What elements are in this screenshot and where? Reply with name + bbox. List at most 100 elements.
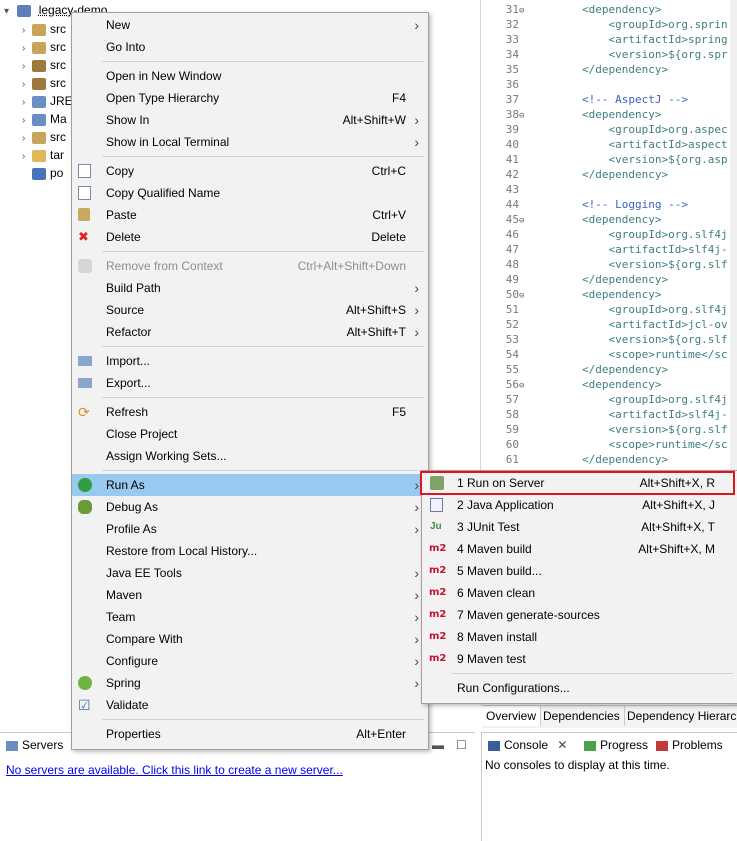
servers-icon xyxy=(6,740,18,751)
line-number: 33 xyxy=(505,33,519,46)
spring-icon xyxy=(78,676,92,690)
menu-item-spring[interactable]: Spring › xyxy=(72,672,428,694)
menu-item-restore-from-local-history[interactable]: Restore from Local History... xyxy=(72,540,428,562)
code-line: 36 xyxy=(481,77,529,92)
submenu-item-run-configurations[interactable]: Run Configurations... xyxy=(422,677,737,699)
close-icon[interactable]: ✕ xyxy=(557,738,567,752)
submenu-item-9-maven-test[interactable]: m2 9 Maven test xyxy=(422,648,737,670)
menu-item-open-type-hierarchy[interactable]: Open Type Hierarchy F4 xyxy=(72,87,428,109)
code-text: <version>${org.asp xyxy=(529,153,728,166)
menu-item-team[interactable]: Team › xyxy=(72,606,428,628)
menu-item-profile-as[interactable]: Profile As › xyxy=(72,518,428,540)
menu-item-shortcut: Ctrl+V xyxy=(372,208,406,222)
menu-item-close-project[interactable]: Close Project xyxy=(72,423,428,445)
tab-console[interactable]: Console ✕ xyxy=(488,735,567,755)
menu-item-run-as[interactable]: Run As › xyxy=(72,474,428,496)
menu-item-label: Remove from Context xyxy=(106,259,223,273)
menu-item-validate[interactable]: ☑ Validate xyxy=(72,694,428,716)
tree-item[interactable]: › src xyxy=(22,20,66,38)
menu-item-label: Configure xyxy=(106,654,159,668)
tree-item[interactable]: › tar xyxy=(22,146,64,164)
menu-item-build-path[interactable]: Build Path › xyxy=(72,277,428,299)
menu-item-export[interactable]: Export... xyxy=(72,372,428,394)
submenu-item-4-maven-build[interactable]: m2 4 Maven build Alt+Shift+X, M xyxy=(422,538,737,560)
tab-progress[interactable]: Progress xyxy=(584,735,648,755)
tab-dependency-hierarchy[interactable]: Dependency Hierarc xyxy=(623,706,737,726)
maximize-icon[interactable]: ☐ xyxy=(456,735,467,755)
menu-item-go-into[interactable]: Go Into xyxy=(72,36,428,58)
line-number: 56 xyxy=(505,378,519,391)
submenu-item-6-maven-clean[interactable]: m2 6 Maven clean xyxy=(422,582,737,604)
menu-item-paste[interactable]: Paste Ctrl+V xyxy=(72,204,428,226)
code-text: <!-- AspectJ --> xyxy=(529,93,688,106)
code-text: <groupId>org.slf4j xyxy=(529,393,728,406)
menu-item-show-in[interactable]: Show In Alt+Shift+W › xyxy=(72,109,428,131)
code-text: </dependency> xyxy=(529,168,669,181)
menu-item-debug-as[interactable]: Debug As › xyxy=(72,496,428,518)
menu-item-shortcut: Delete xyxy=(371,230,406,244)
tab-servers[interactable]: Servers xyxy=(6,735,63,755)
tree-item[interactable]: › src xyxy=(22,38,66,56)
remove-context-icon xyxy=(78,259,92,273)
code-text: <!-- Logging --> xyxy=(529,198,688,211)
tab-overview[interactable]: Overview xyxy=(482,706,542,726)
code-line: 43 xyxy=(481,182,529,197)
debug-icon xyxy=(78,500,92,514)
menu-item-java-ee-tools[interactable]: Java EE Tools › xyxy=(72,562,428,584)
code-text: <version>${org.slf xyxy=(529,423,728,436)
import-icon xyxy=(78,356,92,366)
menu-item-label: Properties xyxy=(106,727,161,741)
tree-item[interactable]: › src xyxy=(22,74,66,92)
tree-item-label: src xyxy=(50,22,66,36)
menu-item-compare-with[interactable]: Compare With › xyxy=(72,628,428,650)
code-line: 55 </dependency> xyxy=(481,362,668,377)
code-text: <artifactId>aspect xyxy=(529,138,728,151)
submenu-item-5-maven-build[interactable]: m2 5 Maven build... xyxy=(422,560,737,582)
minimize-icon[interactable]: ▬ xyxy=(432,735,444,755)
menu-separator xyxy=(102,61,424,62)
line-number: 60 xyxy=(505,438,519,451)
code-line: 49 </dependency> xyxy=(481,272,668,287)
tab-problems[interactable]: Problems xyxy=(656,735,723,755)
menu-item-open-in-new-window[interactable]: Open in New Window xyxy=(72,65,428,87)
line-number: 57 xyxy=(505,393,519,406)
code-text: </dependency> xyxy=(529,363,669,376)
submenu-arrow-icon: › xyxy=(414,631,419,647)
submenu-item-7-maven-generate-sources[interactable]: m2 7 Maven generate-sources xyxy=(422,604,737,626)
menu-item-import[interactable]: Import... xyxy=(72,350,428,372)
create-server-link[interactable]: No servers are available. Click this lin… xyxy=(6,763,343,777)
tree-item[interactable]: › Ma xyxy=(22,110,67,128)
menu-item-copy-qualified-name[interactable]: Copy Qualified Name xyxy=(72,182,428,204)
code-line: 39 <groupId>org.aspec xyxy=(481,122,728,137)
line-number: 34 xyxy=(505,48,519,61)
menu-item-refresh[interactable]: ⟳ Refresh F5 xyxy=(72,401,428,423)
tree-item[interactable]: › src xyxy=(22,56,66,74)
menu-item-maven[interactable]: Maven › xyxy=(72,584,428,606)
menu-item-refactor[interactable]: Refactor Alt+Shift+T › xyxy=(72,321,428,343)
menu-item-properties[interactable]: Properties Alt+Enter xyxy=(72,723,428,745)
menu-item-assign-working-sets[interactable]: Assign Working Sets... xyxy=(72,445,428,467)
tab-dependencies[interactable]: Dependencies xyxy=(539,706,625,726)
collapse-arrow-icon[interactable]: ▾ xyxy=(4,3,14,21)
submenu-item-8-maven-install[interactable]: m2 8 Maven install xyxy=(422,626,737,648)
submenu-item-2-java-application[interactable]: 2 Java Application Alt+Shift+X, J xyxy=(422,494,737,516)
submenu-item-3-junit-test[interactable]: Ju 3 JUnit Test Alt+Shift+X, T xyxy=(422,516,737,538)
folder-icon xyxy=(32,23,46,36)
code-line: 45⊖ <dependency> xyxy=(481,212,662,227)
tree-item[interactable]: › src xyxy=(22,128,66,146)
line-number: 48 xyxy=(505,258,519,271)
tree-item[interactable]: › JRE xyxy=(22,92,73,110)
menu-separator xyxy=(102,346,424,347)
menu-item-source[interactable]: Source Alt+Shift+S › xyxy=(72,299,428,321)
tree-item[interactable]: po xyxy=(22,164,63,182)
submenu-item-label: 5 Maven build... xyxy=(457,564,542,578)
submenu-arrow-icon: › xyxy=(414,499,419,515)
editor-tabs: Overview Dependencies Dependency Hierarc xyxy=(482,705,737,728)
code-line: 46 <groupId>org.slf4j xyxy=(481,227,728,242)
menu-item-new[interactable]: New › xyxy=(72,14,428,36)
menu-item-copy[interactable]: Copy Ctrl+C xyxy=(72,160,428,182)
code-text: <scope>runtime</sc xyxy=(529,438,728,451)
menu-item-delete[interactable]: ✖ Delete Delete xyxy=(72,226,428,248)
menu-item-configure[interactable]: Configure › xyxy=(72,650,428,672)
menu-item-show-in-local-terminal[interactable]: Show in Local Terminal › xyxy=(72,131,428,153)
